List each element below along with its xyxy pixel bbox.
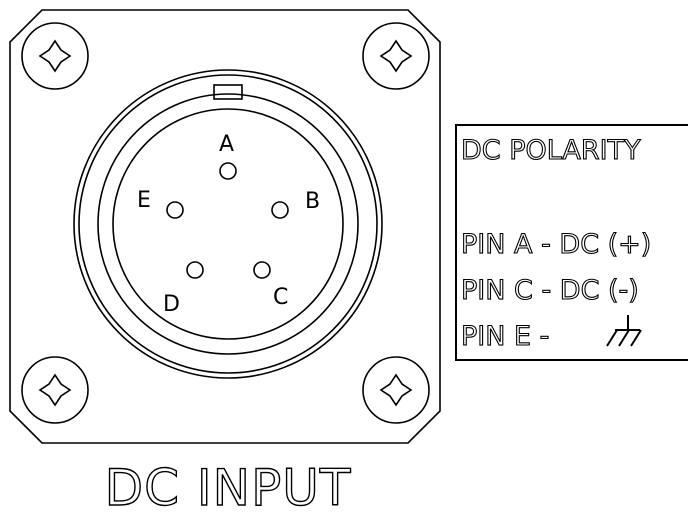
pin-c-hole	[253, 261, 271, 279]
connector-key-notch	[213, 84, 243, 100]
screw-ring	[362, 22, 430, 90]
mounting-screw-bottom-right	[362, 356, 430, 424]
connector-outer-ring	[73, 69, 383, 379]
pin-e-hole	[166, 201, 184, 219]
connector-middle-ring	[78, 74, 378, 374]
legend-pin-e-line: PIN E -	[461, 321, 549, 352]
cross-screw-icon	[38, 373, 72, 407]
pin-b-label: B	[305, 189, 320, 214]
pin-d-label: D	[163, 292, 180, 317]
mounting-screw-top-left	[21, 22, 89, 90]
cross-screw-icon	[379, 39, 413, 73]
pin-e-label: E	[137, 188, 151, 213]
legend-pin-c-line: PIN C - DC (-)	[461, 275, 639, 306]
screw-ring	[362, 356, 430, 424]
screw-ring	[21, 356, 89, 424]
pin-b-hole	[271, 201, 289, 219]
mounting-screw-bottom-left	[21, 356, 89, 424]
cross-screw-icon	[379, 373, 413, 407]
legend-pin-a-line: PIN A - DC (+)	[461, 229, 651, 260]
pin-a-hole	[219, 162, 237, 180]
pin-a-label: A	[219, 132, 234, 157]
mounting-screw-top-right	[362, 22, 430, 90]
diagram-title: DC INPUT	[105, 459, 352, 517]
dc-input-connector-diagram: A B C D E DC INPUT DC POLARITY PIN A - D…	[9, 9, 688, 517]
legend-heading: DC POLARITY	[461, 135, 641, 166]
pin-c-label: C	[273, 285, 288, 310]
pin-d-hole	[186, 261, 204, 279]
screw-ring	[21, 22, 89, 90]
cross-screw-icon	[38, 39, 72, 73]
